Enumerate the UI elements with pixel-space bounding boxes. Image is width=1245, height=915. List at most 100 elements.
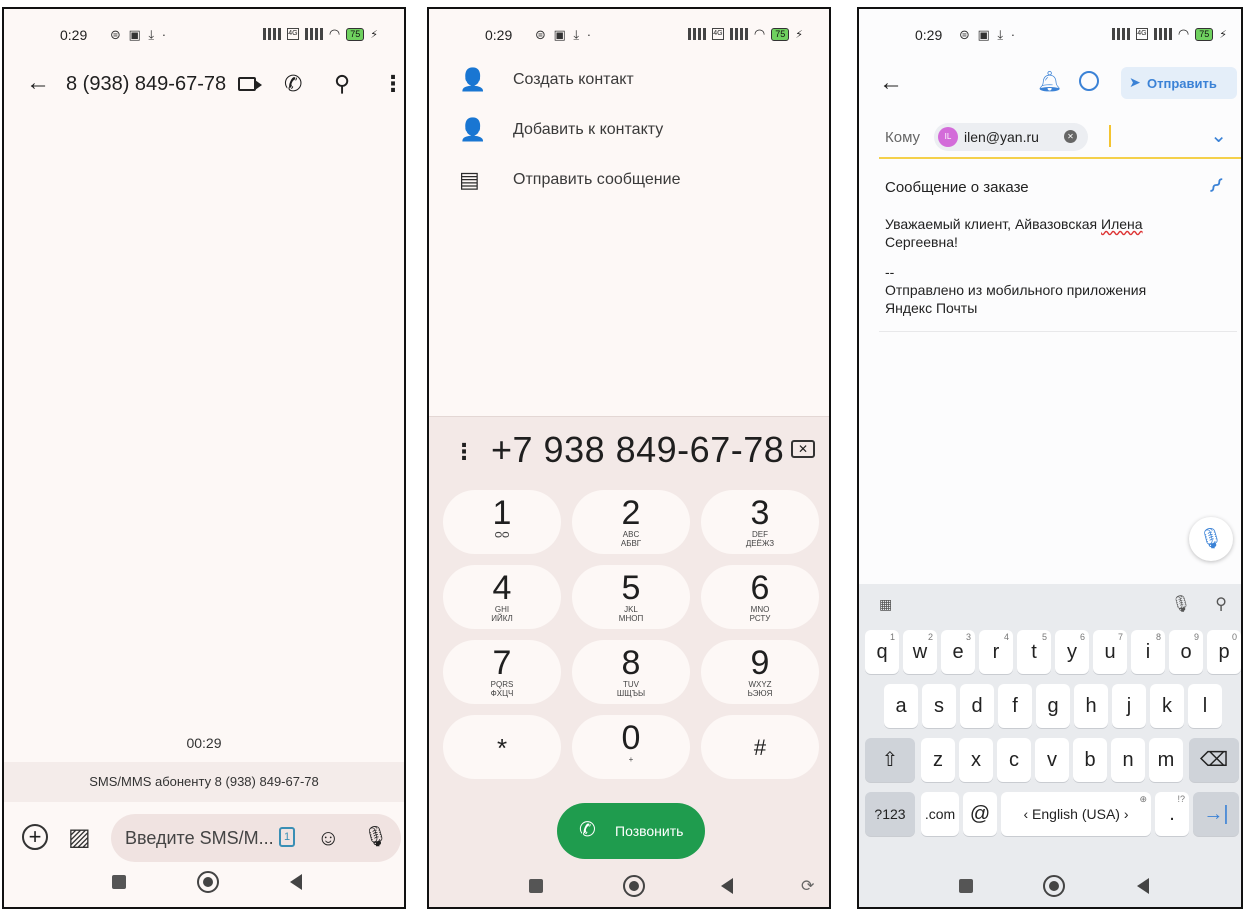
- dial-key-1[interactable]: 1 ᴑᴑ: [443, 490, 561, 554]
- dial-key-digit: 1: [492, 494, 512, 532]
- key-m[interactable]: m: [1149, 738, 1183, 782]
- key-y[interactable]: y6: [1055, 630, 1089, 674]
- key-r[interactable]: r4: [979, 630, 1013, 674]
- back-arrow-icon[interactable]: ←: [26, 69, 50, 97]
- dial-key-3[interactable]: 3 DEF ДЕЁЖЗ: [701, 490, 819, 554]
- key-g[interactable]: g: [1036, 684, 1070, 728]
- message-body[interactable]: Уважаемый клиент, Айвазовская Илена Серг…: [885, 215, 1231, 317]
- home-icon[interactable]: [623, 875, 645, 897]
- dial-key-5[interactable]: 5 JKL МНОП: [572, 565, 690, 629]
- recents-icon[interactable]: [959, 879, 973, 893]
- more-vert-icon[interactable]: ⋮: [382, 71, 404, 97]
- key-k[interactable]: k: [1150, 684, 1184, 728]
- phone-icon[interactable]: ✆: [284, 71, 302, 97]
- sms-input-placeholder: Введите SMS/M...: [125, 828, 274, 848]
- rotate-icon[interactable]: ⟳: [801, 876, 814, 896]
- search-icon[interactable]: ⚲: [334, 71, 350, 97]
- key-x[interactable]: x: [959, 738, 993, 782]
- dial-key-0[interactable]: 0 +: [572, 715, 690, 779]
- key-label: k: [1162, 695, 1172, 717]
- shift-key[interactable]: ⇧: [865, 738, 915, 782]
- more-vert-icon[interactable]: ⋮: [453, 439, 475, 465]
- status-notification-icons: ⊜ ▣ ⤓ ·: [110, 27, 169, 42]
- key-v[interactable]: v: [1035, 738, 1069, 782]
- dial-key-2[interactable]: 2 ABC АБВГ: [572, 490, 690, 554]
- dial-key-hash[interactable]: #: [701, 715, 819, 779]
- chevron-down-icon[interactable]: ⌄: [1210, 123, 1227, 148]
- key-label: a: [895, 695, 907, 717]
- key-b[interactable]: b: [1073, 738, 1107, 782]
- voice-input-button[interactable]: 🎙: [1189, 517, 1233, 561]
- body-line: Уважаемый клиент, Айвазовская Илена: [885, 216, 1143, 232]
- dial-key-star[interactable]: *: [443, 715, 561, 779]
- clock-icon[interactable]: [1079, 71, 1099, 91]
- remove-recipient-icon[interactable]: ✕: [1064, 130, 1077, 143]
- symbols-key[interactable]: ?123: [865, 792, 915, 836]
- dial-key-8[interactable]: 8 TUV ШЩЪЫ: [572, 640, 690, 704]
- key-f[interactable]: f: [998, 684, 1032, 728]
- add-attachment-icon[interactable]: +: [22, 824, 48, 850]
- dial-key-7[interactable]: 7 PQRS ФХЦЧ: [443, 640, 561, 704]
- backspace-key[interactable]: ⌫: [1189, 738, 1239, 782]
- key-o[interactable]: o9: [1169, 630, 1203, 674]
- recipient-chip[interactable]: IL ilen@yan.ru ✕: [934, 123, 1088, 151]
- mic-icon[interactable]: 🎙: [363, 824, 388, 849]
- key-s[interactable]: s: [922, 684, 956, 728]
- back-icon[interactable]: [1137, 878, 1149, 894]
- dial-key-cyrillic: ДЕЁЖЗ: [745, 539, 775, 548]
- key-d[interactable]: d: [960, 684, 994, 728]
- battery-icon: 75: [1195, 27, 1214, 41]
- apps-grid-icon[interactable]: ▦: [879, 596, 892, 613]
- key-h[interactable]: h: [1074, 684, 1108, 728]
- create-contact-item[interactable]: 👤 Создать контакт: [429, 63, 829, 109]
- back-icon[interactable]: [721, 878, 733, 894]
- backspace-icon[interactable]: ✕: [791, 440, 815, 458]
- status-time: 0:29: [60, 27, 88, 43]
- key-c[interactable]: c: [997, 738, 1031, 782]
- key-i[interactable]: i8: [1131, 630, 1165, 674]
- search-icon[interactable]: ⚲: [1215, 594, 1227, 614]
- key-z[interactable]: z: [921, 738, 955, 782]
- call-button[interactable]: ✆ Позвонить: [557, 803, 705, 859]
- period-key[interactable]: .!?: [1155, 792, 1189, 836]
- home-icon[interactable]: [1043, 875, 1065, 897]
- video-call-icon[interactable]: [238, 77, 256, 91]
- key-u[interactable]: u7: [1093, 630, 1127, 674]
- back-icon[interactable]: [290, 874, 302, 890]
- space-key[interactable]: ‹ English (USA) › ⊕: [1001, 792, 1151, 836]
- key-n[interactable]: n: [1111, 738, 1145, 782]
- dial-key-9[interactable]: 9 WXYZ ЬЭЮЯ: [701, 640, 819, 704]
- key-a[interactable]: a: [884, 684, 918, 728]
- dial-key-6[interactable]: 6 MNO РСТУ: [701, 565, 819, 629]
- key-t[interactable]: t5: [1017, 630, 1051, 674]
- mic-icon[interactable]: 🎙: [1171, 594, 1191, 614]
- add-to-contact-item[interactable]: 👤 Добавить к контакту: [429, 113, 829, 159]
- gallery-icon[interactable]: ▨: [68, 823, 91, 852]
- key-q[interactable]: q1: [865, 630, 899, 674]
- key-l[interactable]: l: [1188, 684, 1222, 728]
- recents-icon[interactable]: [529, 879, 543, 893]
- back-arrow-icon[interactable]: ←: [879, 69, 903, 97]
- key-p[interactable]: p0: [1207, 630, 1241, 674]
- key-e[interactable]: e3: [941, 630, 975, 674]
- bell-icon[interactable]: 🔔︎: [1037, 69, 1062, 94]
- send-message-item[interactable]: ▤ Отправить сообщение: [429, 163, 829, 209]
- emoji-icon[interactable]: ☺: [317, 825, 339, 851]
- send-button-label: Отправить: [1147, 76, 1217, 91]
- home-icon[interactable]: [197, 871, 219, 893]
- recipient-field[interactable]: Кому IL ilen@yan.ru ✕ ⌄: [879, 119, 1241, 159]
- send-button[interactable]: ➤ Отправить: [1121, 67, 1237, 99]
- subject-field[interactable]: Сообщение о заказе ⌇: [879, 169, 1235, 209]
- recents-icon[interactable]: [112, 875, 126, 889]
- key-j[interactable]: j: [1112, 684, 1146, 728]
- at-key[interactable]: @: [963, 792, 997, 836]
- sim-select-icon[interactable]: 1: [279, 827, 295, 847]
- sms-input[interactable]: Введите SMS/M... 1 ☺ 🎙: [111, 814, 401, 862]
- key-w[interactable]: w2: [903, 630, 937, 674]
- battery-icon: 75: [771, 27, 790, 41]
- signal-icon: [1111, 28, 1130, 40]
- enter-key[interactable]: →|: [1193, 792, 1239, 836]
- attachment-icon[interactable]: ⌇: [1203, 173, 1228, 199]
- dial-key-4[interactable]: 4 GHI ИЙКЛ: [443, 565, 561, 629]
- dotcom-key[interactable]: .com: [921, 792, 959, 836]
